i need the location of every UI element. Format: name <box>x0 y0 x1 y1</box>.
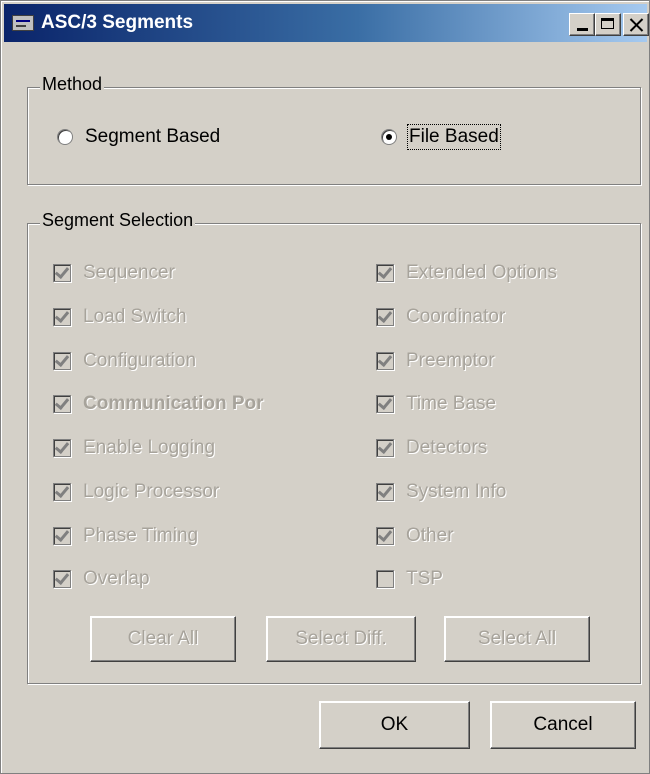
checkbox-label: Enable Logging <box>83 437 216 458</box>
title-bar[interactable]: ASC/3 Segments <box>4 4 649 42</box>
checkbox-logic-processor[interactable]: Logic Processor <box>53 481 219 503</box>
checkbox-load-switch[interactable]: Load Switch <box>53 306 187 328</box>
checkbox-label: Detectors <box>406 437 488 458</box>
checkbox-checked-icon <box>53 483 71 501</box>
checkbox-checked-icon <box>53 308 71 326</box>
app-window-icon <box>12 15 34 31</box>
checkbox-communication-port[interactable]: Communication Por <box>53 393 264 415</box>
method-group-title: Method <box>40 74 105 95</box>
select-all-label: Select All <box>477 628 557 649</box>
checkbox-extended-options[interactable]: Extended Options <box>376 262 557 284</box>
select-diff-button[interactable]: Select Diff. <box>266 616 416 662</box>
checkbox-label: TSP <box>406 568 443 589</box>
checkbox-tsp[interactable]: TSP <box>376 568 443 590</box>
checkbox-checked-icon <box>376 527 394 545</box>
checkbox-label: Overlap <box>83 568 150 589</box>
checkbox-detectors[interactable]: Detectors <box>376 437 487 459</box>
checkbox-checked-icon <box>53 352 71 370</box>
cancel-button[interactable]: Cancel <box>490 701 636 749</box>
checkbox-label: Logic Processor <box>83 481 220 502</box>
checkbox-label: System Info <box>406 481 507 502</box>
checkbox-label: Load Switch <box>83 306 187 327</box>
checkbox-label: Sequencer <box>83 262 175 283</box>
select-diff-label: Select Diff. <box>295 628 387 649</box>
file-based-radio[interactable]: File Based <box>381 124 501 150</box>
checkbox-checked-icon <box>53 570 71 588</box>
radio-unselected-icon <box>57 129 73 145</box>
window-title: ASC/3 Segments <box>41 12 194 33</box>
ok-label: OK <box>380 714 409 735</box>
checkbox-configuration[interactable]: Configuration <box>53 350 196 372</box>
file-based-label: File Based <box>407 124 501 150</box>
checkbox-label: Other <box>406 525 454 546</box>
ok-button[interactable]: OK <box>319 701 470 749</box>
select-all-button[interactable]: Select All <box>444 616 590 662</box>
checkbox-preemptor[interactable]: Preemptor <box>376 350 495 372</box>
checkbox-system-info[interactable]: System Info <box>376 481 506 503</box>
checkbox-checked-icon <box>53 264 71 282</box>
checkbox-coordinator[interactable]: Coordinator <box>376 306 505 328</box>
checkbox-label: Coordinator <box>406 306 506 327</box>
checkbox-label: Preemptor <box>406 350 495 371</box>
checkbox-checked-icon <box>53 439 71 457</box>
close-button[interactable] <box>623 13 649 36</box>
checkbox-time-base[interactable]: Time Base <box>376 393 496 415</box>
segment-based-label: Segment Based <box>85 126 221 147</box>
minimize-button[interactable] <box>569 13 595 36</box>
checkbox-label: Configuration <box>83 350 197 371</box>
checkbox-label: Time Base <box>406 393 497 414</box>
checkbox-overlap[interactable]: Overlap <box>53 568 150 590</box>
checkbox-checked-icon <box>53 395 71 413</box>
checkbox-sequencer[interactable]: Sequencer <box>53 262 175 284</box>
checkbox-checked-icon <box>376 483 394 501</box>
asc3-segments-dialog: ASC/3 Segments Method Segment Based File… <box>0 0 650 774</box>
checkbox-checked-icon <box>53 527 71 545</box>
checkbox-checked-icon <box>376 264 394 282</box>
checkbox-checked-icon <box>376 352 394 370</box>
segment-based-radio[interactable]: Segment Based <box>57 126 220 148</box>
checkbox-label: Phase Timing <box>83 525 199 546</box>
checkbox-checked-icon <box>376 308 394 326</box>
checkbox-label: Extended Options <box>406 262 558 283</box>
radio-selected-icon <box>381 129 397 145</box>
checkbox-checked-icon <box>376 439 394 457</box>
maximize-button[interactable] <box>595 13 621 36</box>
checkbox-checked-icon <box>376 395 394 413</box>
cancel-label: Cancel <box>533 714 593 735</box>
segment-selection-title: Segment Selection <box>40 210 196 231</box>
checkbox-label: Communication Por <box>83 393 264 414</box>
checkbox-other[interactable]: Other <box>376 525 454 547</box>
checkbox-enable-logging[interactable]: Enable Logging <box>53 437 215 459</box>
checkbox-unchecked-icon <box>376 570 394 588</box>
clear-all-label: Clear All <box>127 628 199 649</box>
clear-all-button[interactable]: Clear All <box>90 616 236 662</box>
checkbox-phase-timing[interactable]: Phase Timing <box>53 525 198 547</box>
